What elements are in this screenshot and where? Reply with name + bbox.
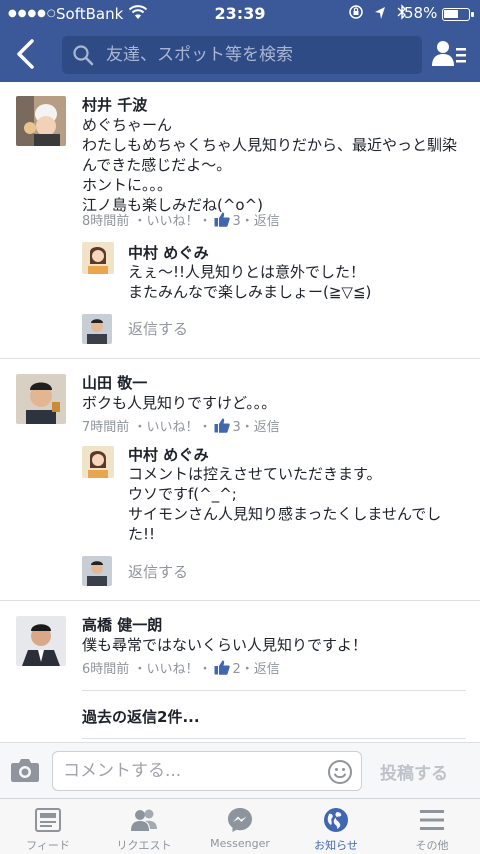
thumbs-up-icon [214,212,231,227]
like-count: 3 [232,420,241,435]
like-link[interactable]: いいね！ [146,214,198,229]
comment-text: ボクも人見知りですけど。。。 [82,394,277,412]
search-icon [72,44,94,70]
sticker-button[interactable] [327,759,353,789]
friends-list-button[interactable] [432,38,468,70]
avatar [82,314,112,344]
tab-label: お知らせ [314,839,358,852]
tab-more[interactable]: その他 [384,799,480,854]
like-count: 2 [232,662,241,677]
comment-author[interactable]: 高橋 健一朗 [82,614,162,635]
divider [0,358,480,359]
like-link[interactable]: いいね！ [146,420,198,435]
search-input[interactable] [106,42,406,68]
reply-text: えぇ〜!!人見知りとは意外でした！ またみんなで楽しみましょー(≧▽≦) [128,263,372,301]
thumbs-up-icon [214,418,231,433]
camera-icon [11,759,39,782]
tab-feed[interactable]: フィード [0,799,96,854]
battery-icon [442,8,474,21]
like-link[interactable]: いいね！ [146,662,198,677]
comment-author[interactable]: 山田 敬一 [82,372,147,393]
tab-notifications[interactable]: お知らせ [288,799,384,854]
tab-messenger[interactable]: Messenger [192,799,288,854]
avatar[interactable] [16,616,66,666]
tab-label: その他 [415,839,449,852]
friend-requests-icon [131,809,157,831]
comment-field[interactable] [52,751,362,791]
comments-list: 村井 千波 めぐちゃーん わたしもめちゃくちゃ人見知りだから、最近やっと馴染んで… [0,82,480,742]
menu-icon [420,810,444,830]
status-icons [348,4,407,22]
comment-time: 8時間前 [82,214,130,229]
reply-link[interactable]: 返信 [254,420,280,435]
tab-label: Messenger [210,837,270,850]
comment-time: 7時間前 [82,420,130,435]
avatar[interactable] [82,242,114,274]
orientation-lock-icon [349,5,363,19]
divider [0,600,480,601]
divider [82,738,466,739]
comment-composer: 投稿する [0,742,480,798]
battery-percent: 58% [404,4,438,22]
divider [82,690,466,691]
back-button[interactable] [14,38,42,70]
reply-author[interactable]: 中村 めぐみ [128,444,209,465]
smiley-icon [328,760,352,784]
like-count: 3 [232,214,241,229]
globe-icon [324,808,348,832]
avatar[interactable] [82,446,114,478]
reply-author[interactable]: 中村 めぐみ [128,242,209,263]
tab-label: フィード [26,839,70,852]
search-bar[interactable] [62,36,422,74]
tab-bar: フィード リクエスト Messenger お知らせ その他 [0,798,480,854]
reply-text: コメントは控えさせていただきます。 ウソですf(^_^; サイモンさん人見知り感… [128,465,442,543]
messenger-icon [228,808,252,832]
avatar [82,556,112,586]
comment-text: 僕も尋常ではないくらい人見知りですよ！ [82,636,368,654]
comment-time: 6時間前 [82,662,130,677]
chevron-left-icon [17,39,34,69]
avatar[interactable] [16,374,66,424]
top-bar: ●●●●○ SoftBank 23:39 58% [0,0,480,82]
comment-input[interactable] [63,758,313,784]
reply-input[interactable]: 返信する [128,318,188,339]
tab-label: リクエスト [116,839,172,852]
comment-meta: 6時間前 ・いいね！・ 2・返信 [82,660,280,677]
comment-meta: 7時間前 ・いいね！・ 3・返信 [82,418,280,435]
status-bar: ●●●●○ SoftBank 23:39 58% [0,0,480,28]
reply-link[interactable]: 返信 [254,214,280,229]
reply-link[interactable]: 返信 [254,662,280,677]
tab-friend-requests[interactable]: リクエスト [96,799,192,854]
avatar[interactable] [16,96,66,146]
thumbs-up-icon [214,660,231,675]
feed-icon [35,808,61,832]
comment-author[interactable]: 村井 千波 [82,94,147,115]
view-previous-replies-link[interactable]: 過去の返信2件... [82,706,200,727]
camera-button[interactable] [10,757,40,787]
reply-input[interactable]: 返信する [128,561,188,582]
person-list-icon [432,41,466,66]
comment-text: めぐちゃーん わたしもめちゃくちゃ人見知りだから、最近やっと馴染んできた感じだよ… [82,116,458,214]
comment-meta: 8時間前 ・いいね！・ 3・返信 [82,212,280,229]
post-button[interactable]: 投稿する [380,759,448,784]
location-arrow-icon [375,7,386,19]
